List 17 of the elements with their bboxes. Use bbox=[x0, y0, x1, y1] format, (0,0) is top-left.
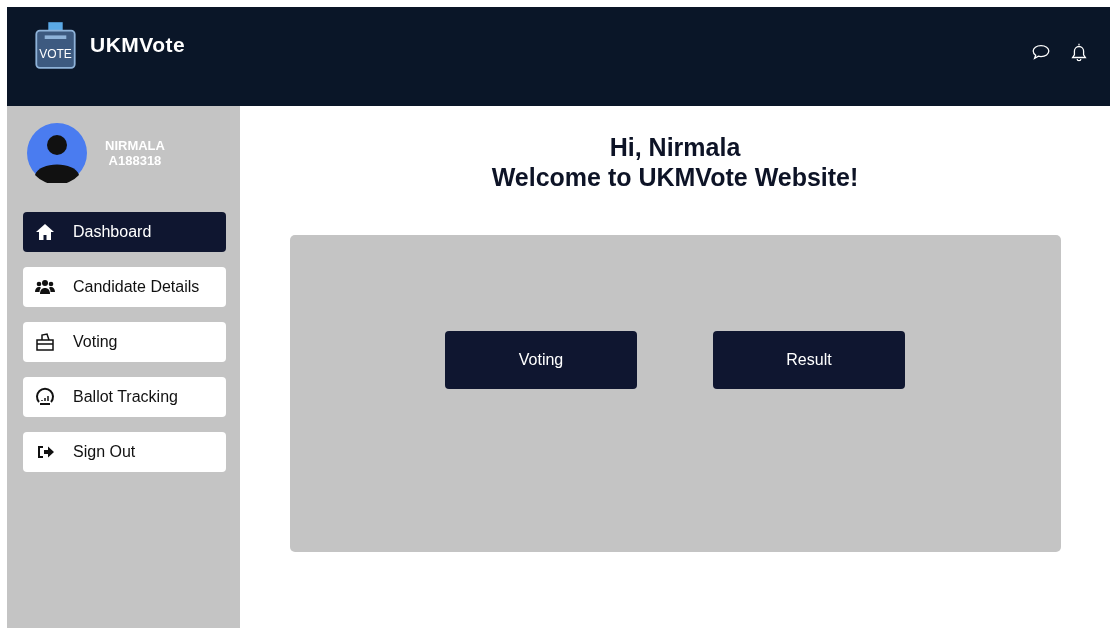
avatar-icon bbox=[27, 123, 87, 183]
sidebar-nav-item[interactable]: Candidate Details bbox=[23, 267, 226, 307]
people-group-icon bbox=[35, 277, 55, 297]
app-name: UKMVote bbox=[90, 33, 186, 57]
greeting-title: Hi, Nirmala bbox=[609, 132, 741, 162]
sidebar-nav-item[interactable]: Voting bbox=[23, 322, 226, 362]
home-icon bbox=[35, 222, 55, 242]
sidebar-nav-item[interactable]: Dashboard bbox=[23, 212, 226, 252]
chart-circle-icon bbox=[35, 387, 55, 407]
action-button[interactable]: Voting bbox=[445, 331, 637, 389]
sidebar-nav-item[interactable]: Ballot Tracking bbox=[23, 377, 226, 417]
sidebar-nav-item[interactable]: Sign Out bbox=[23, 432, 226, 472]
ballot-box-icon bbox=[35, 332, 55, 352]
action-button[interactable]: Result bbox=[713, 331, 905, 389]
user-name: NIRMALA bbox=[105, 138, 165, 153]
welcome-title: Welcome to UKMVote Website! bbox=[491, 162, 859, 192]
user-id: A188318 bbox=[108, 153, 162, 168]
